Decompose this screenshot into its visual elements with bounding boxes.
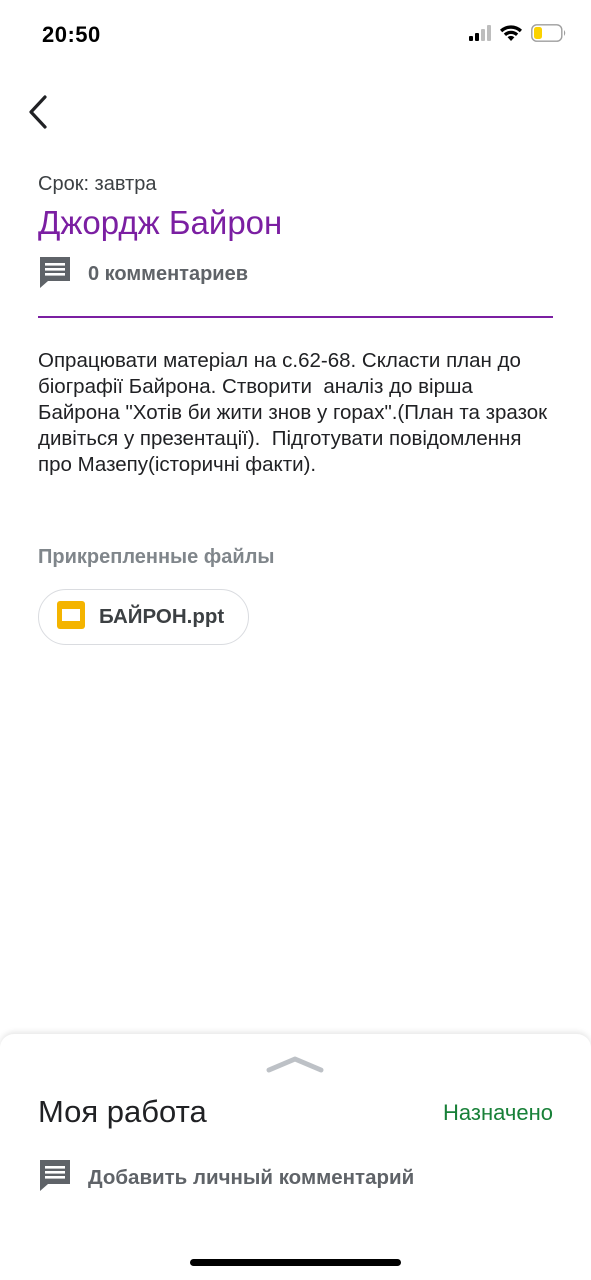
home-indicator[interactable] xyxy=(190,1259,401,1266)
comment-icon xyxy=(38,1158,72,1197)
assignment-description: Опрацювати матеріал на с.62-68. Скласти … xyxy=(38,349,553,476)
status-bar: 20:50 xyxy=(0,0,591,70)
title-divider xyxy=(38,316,553,318)
class-comments-button[interactable]: 0 комментариев xyxy=(38,255,248,294)
battery-icon xyxy=(531,24,567,47)
add-private-comment-button[interactable]: Добавить личный комментарий xyxy=(38,1158,414,1197)
back-button[interactable] xyxy=(18,92,58,136)
wifi-icon xyxy=(499,24,523,47)
chevron-up-icon xyxy=(265,1056,325,1078)
my-work-sheet: Моя работа Назначено Добавить личный ком… xyxy=(0,1034,591,1280)
assignment-status: Назначено xyxy=(443,1100,553,1125)
cellular-signal-icon xyxy=(469,25,491,46)
assignment-title: Джордж Байрон xyxy=(38,204,283,241)
status-icons xyxy=(469,24,567,47)
slides-file-icon xyxy=(57,600,85,634)
attachment-file-name: БАЙРОН.ppt xyxy=(99,605,225,628)
comment-icon xyxy=(38,255,72,294)
status-time: 20:50 xyxy=(42,22,101,47)
add-private-comment-label: Добавить личный комментарий xyxy=(88,1165,415,1189)
comments-count-label: 0 комментариев xyxy=(88,263,249,285)
sheet-expand-handle[interactable] xyxy=(265,1054,325,1074)
due-date: Срок: завтра xyxy=(38,173,157,195)
chevron-left-icon xyxy=(27,94,49,135)
attachments-heading: Прикрепленные файлы xyxy=(38,546,275,568)
attachment-file-chip[interactable]: БАЙРОН.ppt xyxy=(38,589,250,645)
my-work-title: Моя работа xyxy=(38,1094,207,1129)
